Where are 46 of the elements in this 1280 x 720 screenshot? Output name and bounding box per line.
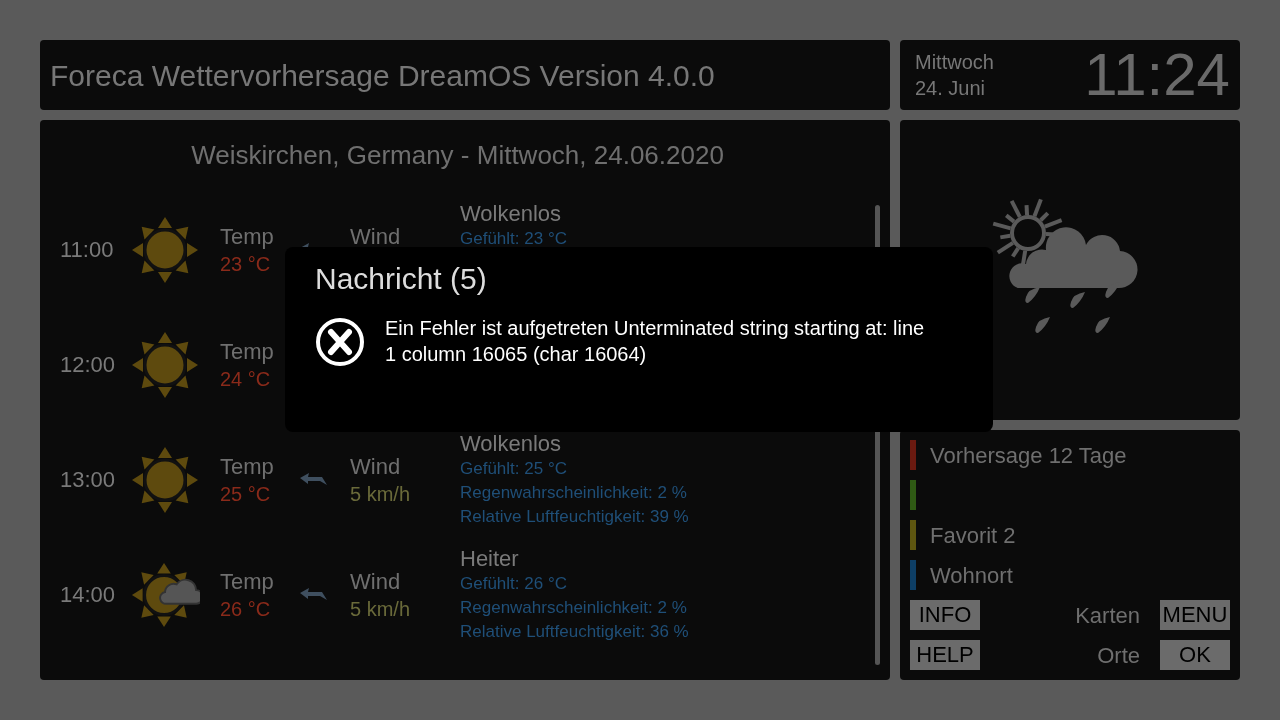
rain-chance-text: Regenwahrscheinlichkeit: 2 % [460,596,688,619]
temp-label: Temp [220,567,275,596]
temp-value: 25 °C [220,481,272,507]
hour-label: 11:00 [60,236,115,264]
feels-like-text: Gefühlt: 25 °C [460,457,568,480]
temp-label: Temp [220,337,275,366]
key-hint-label: Karten [1074,601,1141,630]
condition-label: Wolkenlos [460,200,563,227]
feels-like-text: Gefühlt: 23 °C [460,227,567,250]
weekday-label: Mittwoch [915,50,994,75]
temp-label: Temp [220,222,275,251]
key-button[interactable]: OK [1160,640,1230,670]
hour-label: 13:00 [60,466,117,494]
hour-label: 14:00 [60,581,117,609]
menu-item[interactable]: Wohnort [930,558,1013,592]
temp-value: 23 °C [220,251,272,277]
wind-label: Wind [350,567,402,596]
feels-like-text: Gefühlt: 26 °C [460,572,568,595]
key-hint-label: Orte [1096,641,1141,670]
hour-label: 12:00 [60,351,117,379]
condition-label: Wolkenlos [460,430,563,457]
temp-value: 24 °C [220,366,272,392]
temp-value: 26 °C [220,596,272,622]
wind-value: 5 km/h [350,596,412,622]
rain-chance-text: Regenwahrscheinlichkeit: 2 % [460,481,688,504]
location-heading: Weiskirchen, Germany - Mittwoch, 24.06.2020 [191,138,724,172]
wind-arrow-icon [300,472,328,487]
wind-arrow-icon [300,587,328,602]
humidity-text: Relative Luftfeuchtigkeit: 36 % [460,620,689,643]
wind-label: Wind [350,222,402,251]
key-button[interactable]: HELP [910,640,980,670]
menu-item[interactable]: Vorhersage 12 Tage [930,438,1127,472]
wind-value: 5 km/h [350,481,412,507]
clock-time: 11:24 [1084,45,1230,105]
humidity-text: Relative Luftfeuchtigkeit: 39 % [460,505,689,528]
key-button[interactable]: MENU [1160,600,1230,630]
error-icon [315,317,365,367]
temp-label: Temp [220,452,275,481]
error-message: Ein Fehler ist aufgetreten Unterminated string starting at: line 1 column 16065 (char 16064) [385,316,925,367]
app-title: Foreca Wettervorhersage DreamOS Version 4.0.0 [50,57,715,94]
key-button[interactable]: INFO [910,600,980,630]
condition-label: Heiter [460,545,520,572]
date-label: 24. Juni [915,76,987,101]
wind-label: Wind [350,452,402,481]
menu-item[interactable]: Favorit 2 [930,518,1016,552]
dialog-title: Nachricht (5) [315,261,487,297]
